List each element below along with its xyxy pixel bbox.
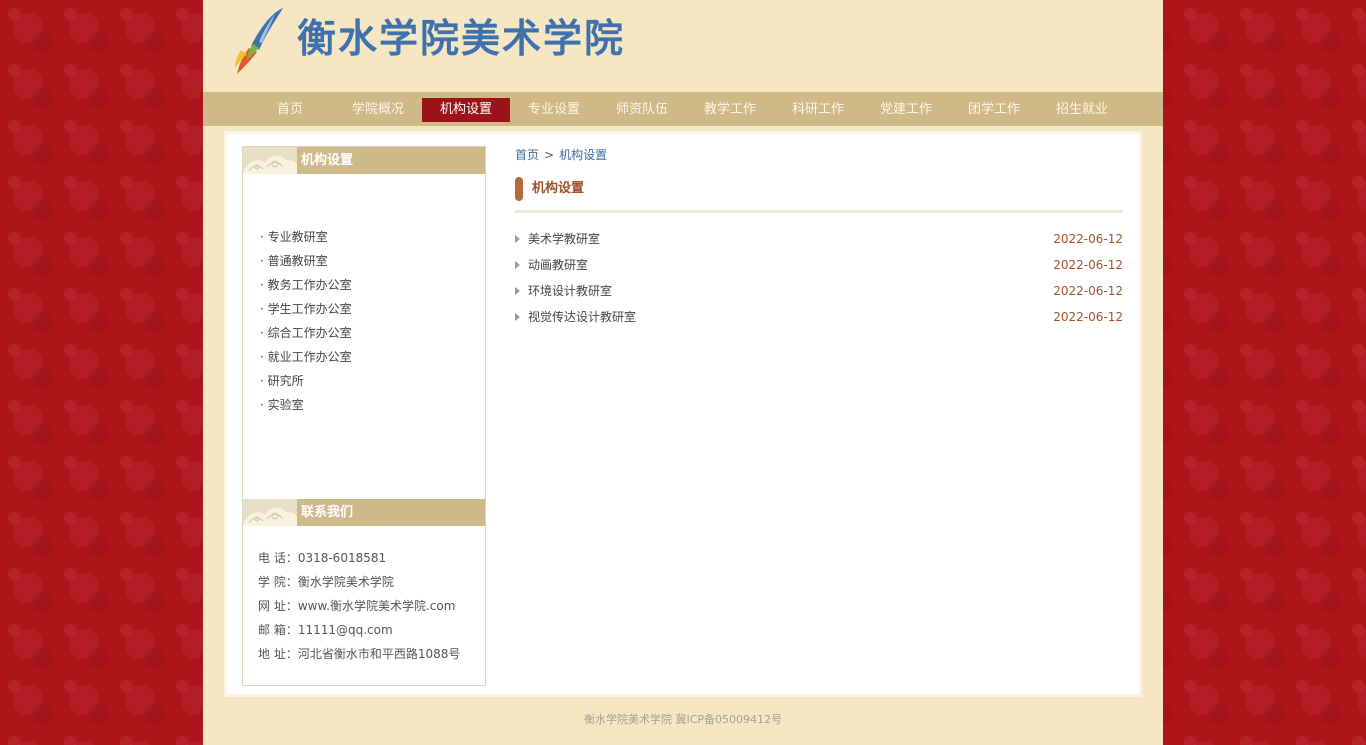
- bullet-triangle-icon: [515, 313, 520, 321]
- list-item[interactable]: 美术学教研室 2022-06-12: [515, 226, 1123, 252]
- article-title-link[interactable]: 视觉传达设计教研室: [528, 304, 636, 330]
- article-date: 2022-06-12: [1053, 232, 1123, 246]
- list-item[interactable]: 环境设计教研室 2022-06-12: [515, 278, 1123, 304]
- sidebar-title-label: 机构设置: [301, 153, 354, 168]
- contact-website: 网 址：www.衡水学院美术学院.com: [258, 599, 456, 613]
- contact-title: 联系我们: [243, 499, 485, 526]
- nav-item-research[interactable]: 科研工作: [774, 98, 862, 122]
- nav-item-admissions[interactable]: 招生就业: [1038, 98, 1126, 122]
- site-title: 衡水学院美术学院: [297, 16, 626, 62]
- nav-item-about[interactable]: 学院概况: [334, 98, 422, 122]
- breadcrumb-separator: >: [544, 148, 555, 162]
- nav-item-youth[interactable]: 团学工作: [950, 98, 1038, 122]
- sidebar-item-general-affairs[interactable]: · 综合工作办公室: [243, 321, 485, 345]
- list-item[interactable]: 视觉传达设计教研室 2022-06-12: [515, 304, 1123, 330]
- sidebar-item-major-office[interactable]: · 专业教研室: [243, 225, 485, 249]
- nav-item-home[interactable]: 首页: [246, 98, 334, 122]
- sidebar-item-student-office[interactable]: · 学生工作办公室: [243, 297, 485, 321]
- nav-item-teaching[interactable]: 教学工作: [686, 98, 774, 122]
- sidebar-item-institute[interactable]: · 研究所: [243, 369, 485, 393]
- title-marker-icon: [515, 177, 523, 201]
- nav-list: 首页 学院概况 机构设置 专业设置 师资队伍 教学工作 科研工作 党建工作 团学…: [246, 98, 1126, 122]
- breadcrumb-current-link[interactable]: 机构设置: [559, 148, 607, 162]
- contact-title-label: 联系我们: [301, 505, 354, 520]
- nav-item-majors[interactable]: 专业设置: [510, 98, 598, 122]
- header: 衡水学院美术学院: [203, 0, 1163, 92]
- article-date: 2022-06-12: [1053, 284, 1123, 298]
- breadcrumb-home-link[interactable]: 首页: [515, 148, 539, 162]
- nav-item-organization[interactable]: 机构设置: [422, 98, 510, 122]
- bullet-triangle-icon: [515, 235, 520, 243]
- sidebar-menu: · 专业教研室 · 普通教研室 · 教务工作办公室 · 学生工作办公室 · 综合…: [243, 225, 485, 417]
- nav-item-party[interactable]: 党建工作: [862, 98, 950, 122]
- sidebar-item-general-office[interactable]: · 普通教研室: [243, 249, 485, 273]
- page-title: 机构设置: [515, 177, 1123, 201]
- article-title-link[interactable]: 美术学教研室: [528, 226, 600, 252]
- article-title-link[interactable]: 环境设计教研室: [528, 278, 612, 304]
- article-date: 2022-06-12: [1053, 310, 1123, 324]
- article-date: 2022-06-12: [1053, 258, 1123, 272]
- article-title-link[interactable]: 动画教研室: [528, 252, 588, 278]
- sidebar-title: 机构设置: [243, 147, 485, 174]
- main-panel: 首页 > 机构设置 机构设置 美术学教研室 2022-06-12 动画教研室 202…: [515, 146, 1123, 330]
- contact-email: 邮 箱：11111@qq.com: [258, 623, 393, 637]
- brush-logo-icon: [235, 8, 283, 74]
- content-area: 机构设置 · 专业教研室 · 普通教研室 · 教务工作办公室 · 学生工作办公室…: [227, 134, 1139, 694]
- footer-copyright: 衡水学院美术学院 冀ICP备05009412号: [583, 713, 783, 726]
- sidebar-item-lab[interactable]: · 实验室: [243, 393, 485, 417]
- article-list: 美术学教研室 2022-06-12 动画教研室 2022-06-12 环境设计教…: [515, 226, 1123, 330]
- list-item[interactable]: 动画教研室 2022-06-12: [515, 252, 1123, 278]
- bullet-triangle-icon: [515, 261, 520, 269]
- contact-box: 联系我们 电 话：0318-6018581 学 院：衡水学院美术学院 网 址：w…: [243, 499, 485, 661]
- contact-list: 电 话：0318-6018581 学 院：衡水学院美术学院 网 址：www.衡水…: [258, 546, 460, 666]
- main-nav: 首页 学院概况 机构设置 专业设置 师资队伍 教学工作 科研工作 党建工作 团学…: [203, 92, 1163, 126]
- page-title-label: 机构设置: [532, 181, 585, 196]
- contact-phone: 电 话：0318-6018581: [258, 551, 387, 565]
- bullet-triangle-icon: [515, 287, 520, 295]
- title-divider: [515, 210, 1123, 213]
- cloud-pattern-icon: [243, 499, 297, 526]
- sidebar-item-employment-office[interactable]: · 就业工作办公室: [243, 345, 485, 369]
- sidebar-item-academic-office[interactable]: · 教务工作办公室: [243, 273, 485, 297]
- cloud-pattern-icon: [243, 147, 297, 174]
- page-container: 衡水学院美术学院 首页 学院概况 机构设置 专业设置 师资队伍 教学工作 科研工…: [203, 0, 1163, 745]
- sidebar: 机构设置 · 专业教研室 · 普通教研室 · 教务工作办公室 · 学生工作办公室…: [242, 146, 486, 686]
- contact-college: 学 院：衡水学院美术学院: [258, 575, 394, 589]
- breadcrumb: 首页 > 机构设置: [515, 146, 1123, 164]
- contact-address: 地 址：河北省衡水市和平西路1088号: [258, 647, 461, 661]
- nav-item-faculty[interactable]: 师资队伍: [598, 98, 686, 122]
